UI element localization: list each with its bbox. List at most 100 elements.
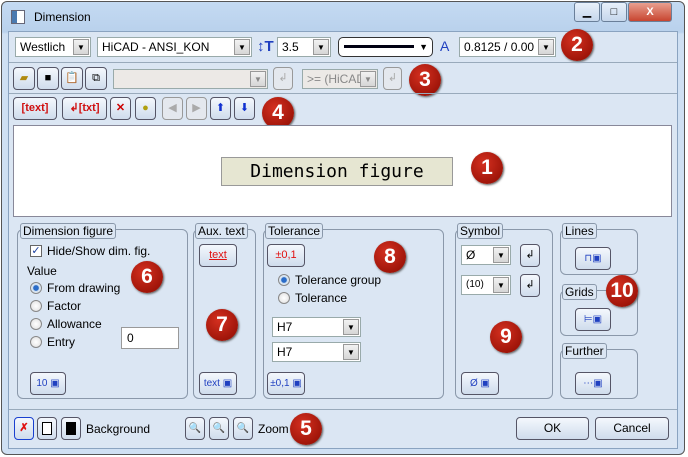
zoom-out-button[interactable]: 🔍 — [209, 417, 229, 440]
line-style-select[interactable]: ▼ — [338, 37, 433, 57]
grid-icon: ⊨▣ — [583, 314, 603, 325]
coins-button[interactable]: ● — [135, 97, 156, 120]
move-down-button[interactable]: ⬇ — [234, 97, 255, 120]
radio-tolerance-group[interactable] — [278, 274, 290, 286]
preset-combo[interactable]: ▼ — [113, 69, 268, 89]
move-up-button[interactable]: ⬆ — [210, 97, 231, 120]
aux-text-settings-button[interactable]: text ▣ — [199, 372, 237, 395]
insert-newline-text-button[interactable]: ↲[txt] — [62, 97, 107, 120]
compare-combo[interactable]: >= (HiCAD ▼ — [302, 69, 378, 89]
radio-from-drawing[interactable] — [30, 282, 42, 294]
aux-text-button[interactable]: text — [199, 244, 237, 267]
window-title: Dimension — [34, 10, 91, 24]
close-button[interactable]: X — [628, 2, 672, 22]
folder-open-icon: ▰ — [19, 72, 29, 84]
lines-settings-button[interactable]: ⊓▣ — [575, 247, 611, 270]
settings-icon: ▣ — [222, 378, 233, 389]
settings-icon: ▣ — [50, 378, 60, 389]
arrow-up-icon: ⬆ — [215, 102, 226, 114]
cancel-button[interactable]: Cancel — [595, 417, 669, 440]
symbol-select-1[interactable]: Ø ▼ — [461, 245, 511, 265]
ok-button[interactable]: OK — [516, 417, 589, 440]
apply-preset-button[interactable]: ↲ — [273, 67, 293, 90]
badge-1: 1 — [471, 152, 503, 184]
compare-value: >= (HiCAD — [307, 72, 366, 86]
zoom-in-button[interactable]: 🔍 — [185, 417, 205, 440]
further-settings-icon: ⋯▣ — [583, 378, 603, 389]
entry-input[interactable]: 0 — [121, 327, 179, 349]
background-white-button[interactable] — [37, 417, 57, 440]
badge-7: 7 — [206, 309, 238, 341]
chevron-down-icon: ▼ — [343, 319, 359, 335]
text-height-value: 3.5 — [282, 40, 299, 54]
insert-text-button[interactable]: [text] — [13, 97, 57, 120]
from-drawing-label: From drawing — [47, 281, 121, 295]
chevron-down-icon: ▼ — [419, 42, 428, 52]
hide-show-label: Hide/Show dim. fig. — [47, 244, 151, 258]
tolerance-select-1-value: H7 — [277, 320, 293, 334]
group-title: Further — [562, 343, 607, 359]
grids-settings-button[interactable]: ⊨▣ — [575, 308, 611, 331]
radio-entry[interactable] — [30, 336, 42, 348]
tolerance-select-1[interactable]: H7 ▼ — [272, 317, 361, 337]
black-swatch — [66, 422, 76, 435]
tolerance-settings-button[interactable]: ±0,1 ▣ — [267, 372, 305, 395]
background-none-button[interactable]: ✗ — [14, 417, 34, 440]
coins-icon: ● — [142, 102, 149, 114]
ratio-select[interactable]: 0.8125 / 0.00 ▼ — [459, 37, 556, 57]
symbol-select-2[interactable]: (10) ▼ — [461, 275, 511, 295]
symbol-settings-button[interactable]: Ø ▣ — [461, 372, 499, 395]
badge-8: 8 — [374, 241, 406, 273]
text-height-select[interactable]: 3.5 ▼ — [277, 37, 331, 57]
tolerance-button[interactable]: ±0,1 — [267, 244, 305, 267]
tolerance-select-2-value: H7 — [277, 345, 293, 359]
hide-show-checkbox[interactable]: ✓ — [30, 245, 42, 257]
apply-compare-button[interactable]: ↲ — [383, 67, 402, 90]
chevron-down-icon: ▼ — [360, 71, 376, 87]
text-height-icon: ↕T — [257, 38, 274, 55]
further-settings-button[interactable]: ⋯▣ — [575, 372, 611, 395]
value-label: Value — [27, 264, 57, 278]
tolerance-select-2[interactable]: H7 ▼ — [272, 342, 361, 362]
radio-factor[interactable] — [30, 300, 42, 312]
radio-tolerance[interactable] — [278, 292, 290, 304]
apply-symbol-2-button[interactable]: ↲ — [520, 274, 540, 297]
zoom-in-icon: 🔍 — [188, 423, 202, 434]
save-icon: ■ — [44, 72, 52, 84]
maximize-button[interactable]: □ — [601, 2, 627, 22]
radio-allowance[interactable] — [30, 318, 42, 330]
arrow-left-icon: ◀ — [168, 102, 177, 114]
save-button[interactable]: ■ — [37, 67, 59, 90]
group-title: Lines — [562, 223, 597, 239]
delete-button[interactable]: ✕ — [110, 97, 131, 120]
move-right-button[interactable]: ▶ — [186, 97, 207, 120]
open-button[interactable]: ▰ — [13, 67, 35, 90]
settings-icon: ▣ — [292, 378, 302, 389]
font-select[interactable]: Westlich ▼ — [15, 37, 91, 57]
zoom-fit-icon: 🔍 — [236, 423, 250, 434]
allowance-label: Allowance — [47, 317, 102, 331]
dim-figure-settings-button[interactable]: 10 ▣ — [30, 372, 66, 395]
badge-10: 10 — [606, 275, 638, 307]
chevron-down-icon: ▼ — [343, 344, 359, 360]
chevron-down-icon: ▼ — [234, 39, 250, 55]
app-icon — [11, 10, 25, 24]
paste-button[interactable]: 📋 — [61, 67, 83, 90]
zoom-out-icon: 🔍 — [212, 423, 226, 434]
aux-text-label: text — [203, 378, 220, 389]
zoom-label: Zoom — [258, 422, 289, 436]
dimension-figure-preview[interactable]: Dimension figure — [221, 157, 453, 186]
background-black-button[interactable] — [61, 417, 81, 440]
entry-label: Entry — [47, 335, 76, 349]
apply-symbol-1-button[interactable]: ↲ — [520, 244, 540, 267]
copy-button[interactable]: ⧉ — [85, 67, 107, 90]
badge-3: 3 — [409, 64, 441, 96]
zoom-fit-button[interactable]: 🔍 — [233, 417, 253, 440]
line-sample — [344, 45, 414, 48]
move-left-button[interactable]: ◀ — [162, 97, 183, 120]
divider — [9, 62, 677, 63]
standard-select[interactable]: HiCAD - ANSI_KON ▼ — [97, 37, 252, 57]
minimize-button[interactable]: ▁ — [574, 2, 600, 22]
standard-value: HiCAD - ANSI_KON — [102, 40, 210, 54]
chevron-down-icon: ▼ — [493, 277, 509, 293]
